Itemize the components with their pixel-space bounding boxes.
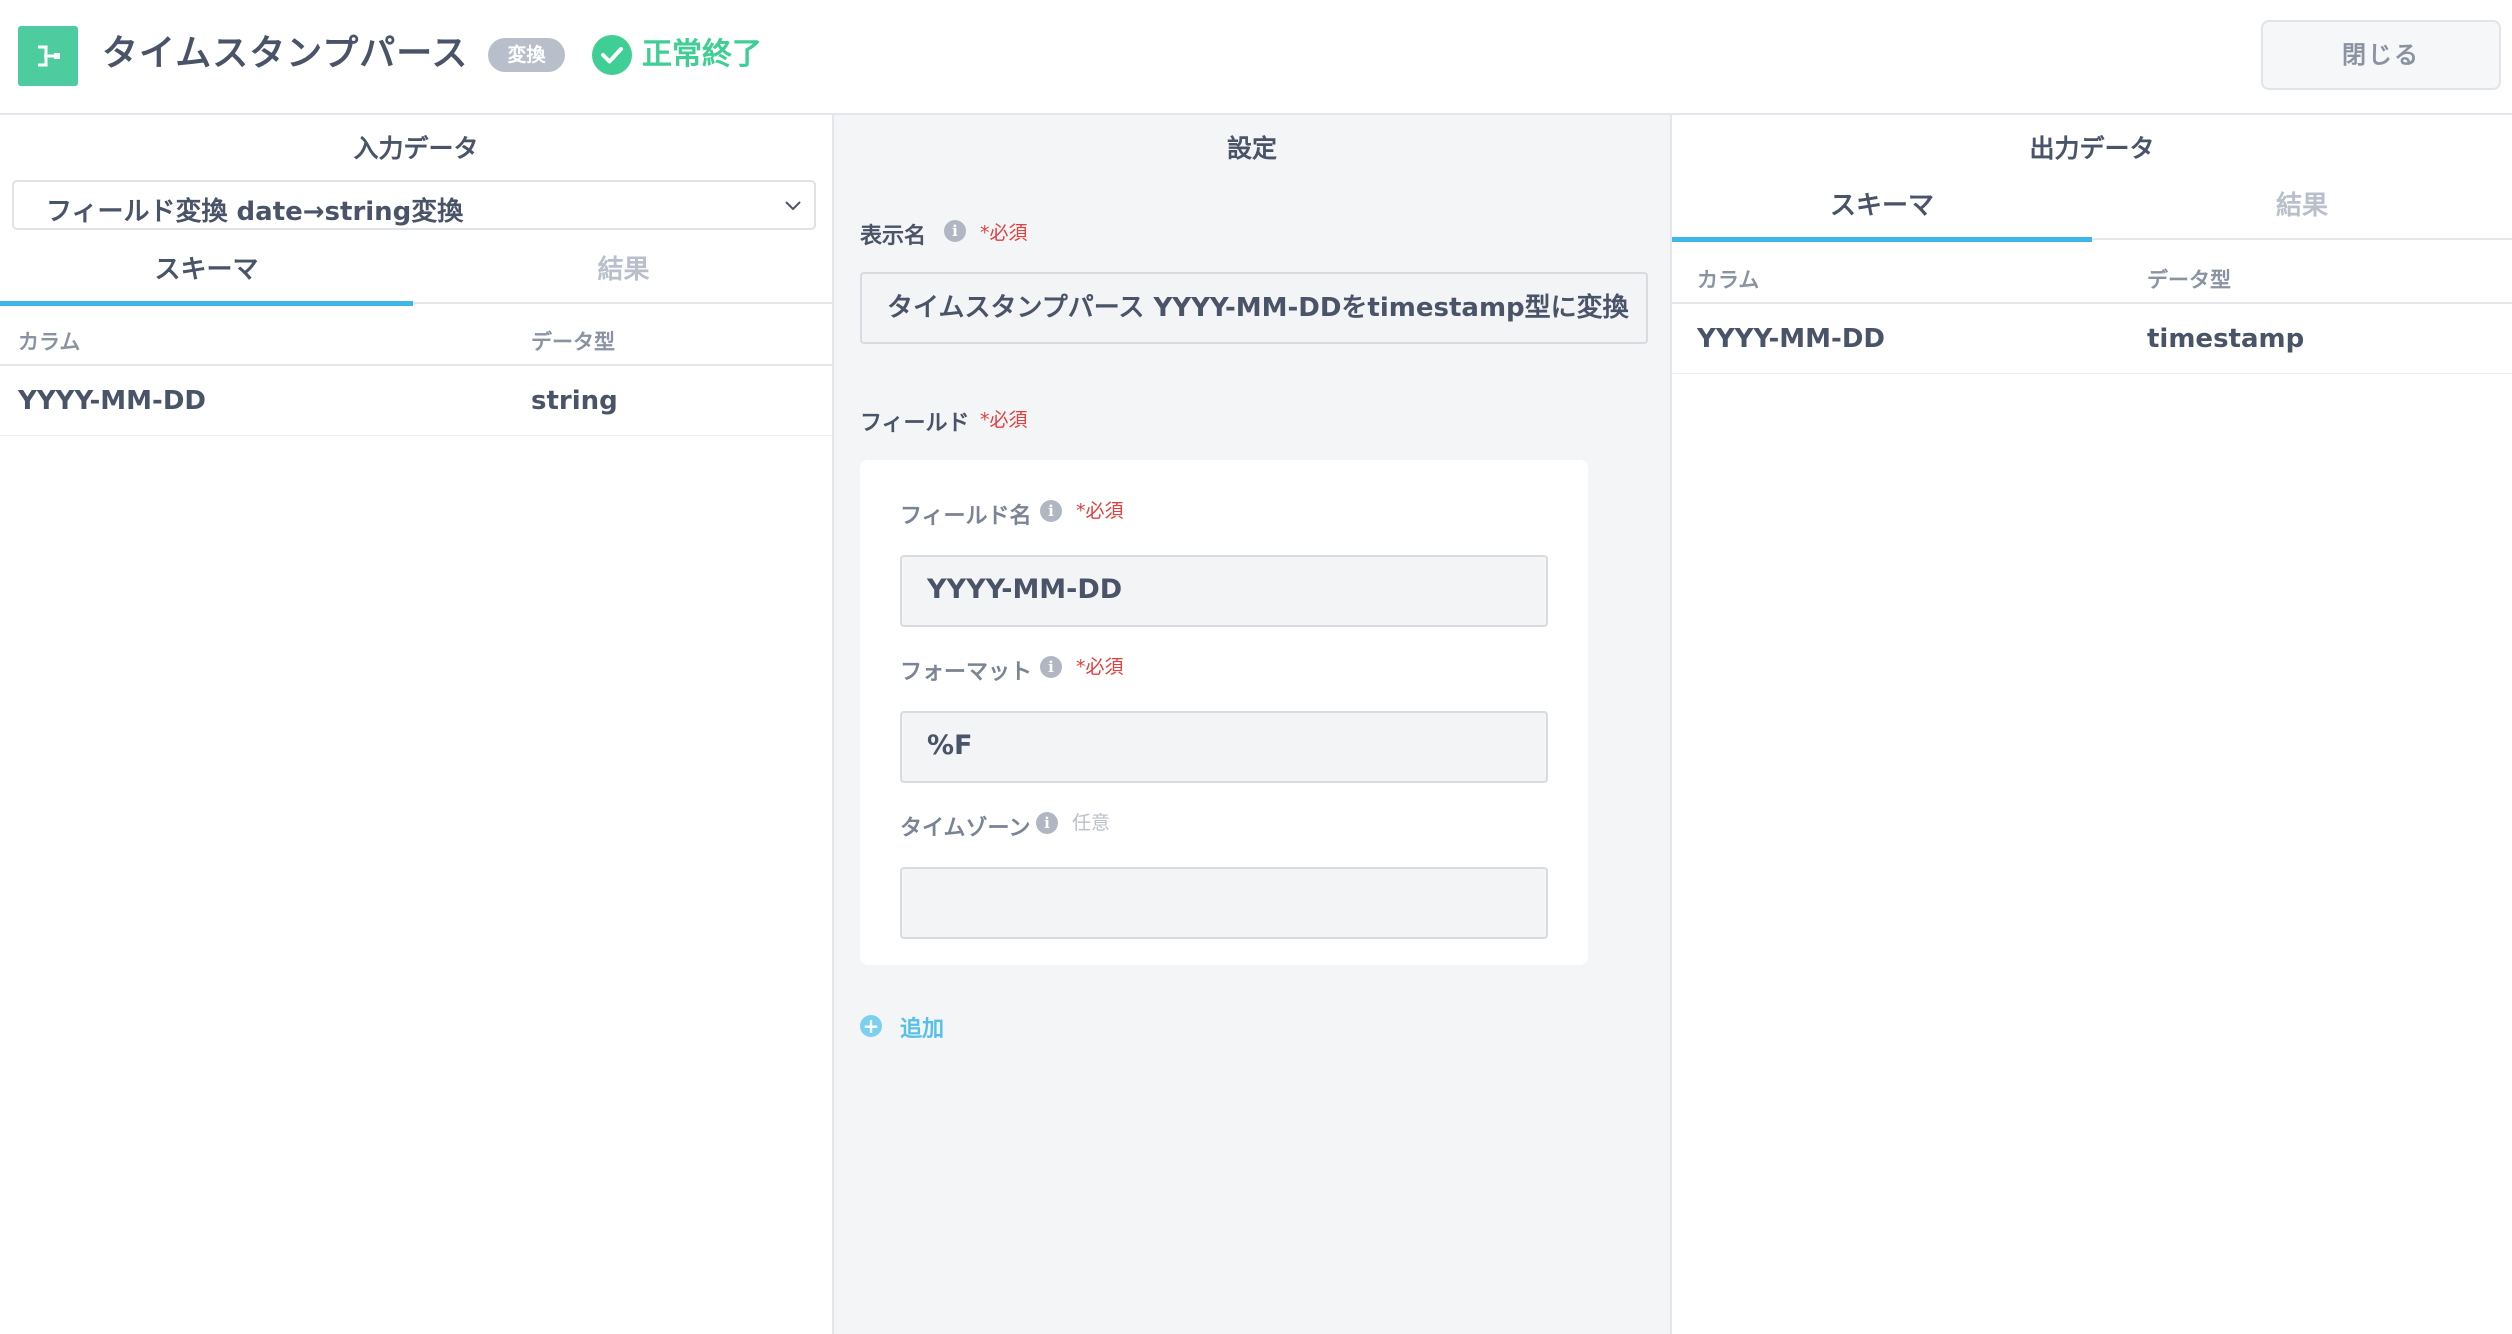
source-select-value: フィールド変換 date→string変換: [46, 197, 464, 227]
add-field-label: 追加: [900, 1017, 945, 1042]
tab-results[interactable]: 結果: [2092, 176, 2512, 240]
tab-schema[interactable]: スキーマ: [0, 240, 413, 306]
required-mark: *必須: [980, 222, 1028, 244]
chevron-down-icon: [785, 201, 801, 211]
row-column-name: YYYY-MM-DD: [18, 386, 206, 416]
input-tabs: スキーマ 結果: [0, 240, 834, 306]
timezone-label: タイムゾーン: [900, 816, 1031, 841]
settings-panel: 設定 表示名 i *必須 タイムスタンプパース YYYY-MM-DDをtimes…: [834, 115, 1672, 1334]
format-input[interactable]: %F: [900, 711, 1548, 783]
output-data-panel: 出力データ スキーマ 結果 カラム データ型 YYYY-MM-DD timest…: [1672, 115, 2512, 1334]
row-column-type: timestamp: [2147, 324, 2305, 354]
settings-panel-title: 設定: [1226, 134, 1277, 163]
plus-icon: +: [860, 1015, 882, 1037]
row-column-name: YYYY-MM-DD: [1697, 324, 1885, 354]
info-icon[interactable]: i: [1040, 500, 1062, 522]
column-header-name: カラム: [1697, 268, 1760, 292]
input-data-panel: 入力データ フィールド変換 date→string変換 スキーマ 結果 カラム …: [0, 115, 834, 1334]
required-mark: *必須: [1076, 656, 1124, 678]
output-tabs: スキーマ 結果: [1672, 176, 2512, 242]
info-icon[interactable]: i: [1036, 812, 1058, 834]
status-text: 正常終了: [642, 37, 762, 72]
display-name-input[interactable]: タイムスタンプパース YYYY-MM-DDをtimestamp型に変換: [860, 272, 1648, 344]
row-column-type: string: [531, 386, 618, 416]
required-mark: *必須: [1076, 500, 1124, 522]
tab-schema[interactable]: スキーマ: [1672, 176, 2092, 242]
info-icon[interactable]: i: [1040, 656, 1062, 678]
table-header: カラム データ型: [1672, 244, 2512, 304]
display-name-label: 表示名: [860, 224, 927, 249]
field-card: フィールド名 i *必須 YYYY-MM-DD フォーマット i *必須 %F …: [860, 460, 1588, 965]
fields-section-label: フィールド: [860, 411, 970, 436]
column-header-name: カラム: [18, 330, 81, 354]
page-title: タイムスタンプパース: [102, 33, 469, 74]
transform-node-icon: [18, 26, 78, 86]
input-panel-title: 入力データ: [353, 134, 479, 163]
field-name-input[interactable]: YYYY-MM-DD: [900, 555, 1548, 627]
optional-mark: 任意: [1072, 812, 1111, 834]
field-name-label: フィールド名: [900, 504, 1032, 529]
column-header-type: データ型: [531, 330, 615, 354]
source-select[interactable]: フィールド変換 date→string変換: [12, 180, 816, 230]
table-row: YYYY-MM-DD timestamp: [1672, 306, 2512, 374]
close-button[interactable]: 閉じる: [2261, 20, 2501, 90]
page-header: タイムスタンプパース 変換 正常終了 閉じる: [0, 0, 2512, 115]
output-panel-title: 出力データ: [2029, 134, 2155, 163]
tab-results[interactable]: 結果: [413, 240, 834, 304]
format-label: フォーマット: [900, 660, 1033, 685]
required-mark: *必須: [980, 409, 1028, 431]
type-badge: 変換: [488, 38, 565, 72]
table-header: カラム データ型: [0, 306, 832, 366]
info-icon[interactable]: i: [944, 220, 966, 242]
timezone-input[interactable]: [900, 867, 1548, 939]
column-header-type: データ型: [2147, 268, 2231, 292]
table-row: YYYY-MM-DD string: [0, 368, 832, 436]
check-circle-icon: [592, 35, 632, 75]
